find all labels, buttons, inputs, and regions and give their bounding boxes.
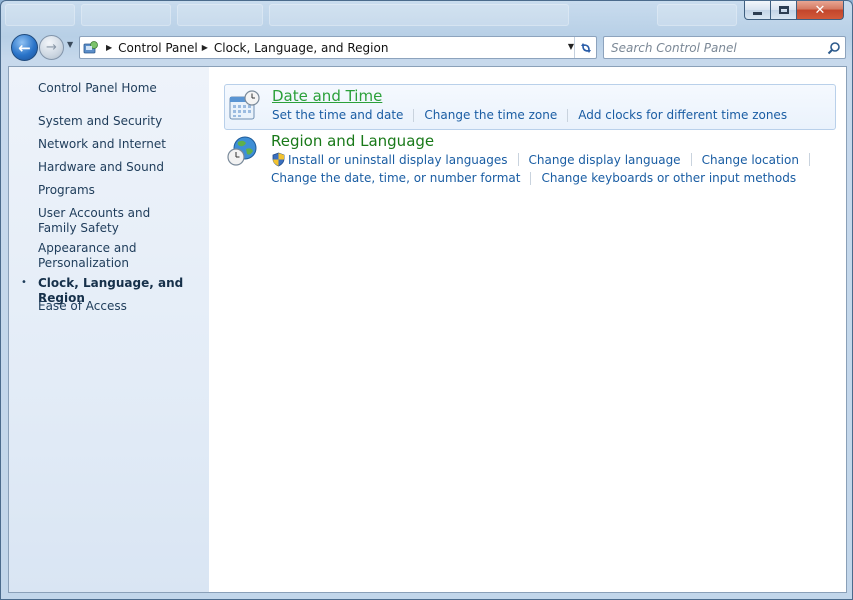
ghost-tab	[5, 4, 75, 26]
minimize-icon	[753, 12, 762, 15]
ghost-tab	[269, 4, 569, 26]
region-language-links-row1: Install or uninstall display languages C…	[271, 152, 820, 167]
caption-buttons: ✕	[744, 1, 844, 21]
address-bar[interactable]: ▶ Control Panel ▶ Clock, Language, and R…	[79, 36, 597, 59]
refresh-button[interactable]	[574, 37, 596, 58]
ghost-tab	[81, 4, 171, 26]
window-frame: ✕ ← → ▼ ▶ Control Panel ▶ Clock, Languag…	[0, 0, 853, 600]
link-divider	[517, 153, 519, 166]
change-date-number-format-link[interactable]: Change the date, time, or number format	[271, 171, 520, 185]
category-date-and-time: Date and Time Set the time and date Chan…	[224, 84, 836, 130]
link-divider	[808, 153, 810, 166]
back-button[interactable]: ←	[11, 34, 38, 61]
set-time-and-date-link[interactable]: Set the time and date	[272, 108, 403, 122]
breadcrumb-clock-language-region[interactable]: Clock, Language, and Region	[214, 41, 389, 55]
sidebar-item-home[interactable]: Control Panel Home	[38, 81, 203, 96]
recent-pages-button[interactable]: ▼	[67, 40, 73, 49]
control-panel-icon	[80, 37, 102, 58]
change-keyboards-link[interactable]: Change keyboards or other input methods	[541, 171, 796, 185]
link-divider	[413, 108, 415, 122]
refresh-icon	[580, 42, 591, 53]
change-display-language-link[interactable]: Change display language	[529, 153, 681, 167]
change-location-link[interactable]: Change location	[702, 153, 799, 167]
maximize-icon	[778, 6, 789, 14]
calendar-clock-icon	[227, 89, 261, 123]
forward-arrow-icon: →	[46, 40, 57, 55]
sidebar-item-user-accounts[interactable]: User Accounts and Family Safety	[38, 206, 188, 236]
date-and-time-title[interactable]: Date and Time	[272, 87, 382, 105]
sidebar-item-appearance[interactable]: Appearance and Personalization	[38, 241, 148, 271]
background-title-area	[1, 1, 741, 29]
minimize-button[interactable]	[744, 1, 771, 20]
link-divider	[567, 108, 569, 122]
globe-clock-icon	[226, 134, 260, 168]
search-icon[interactable]	[823, 41, 845, 55]
breadcrumb-control-panel[interactable]: Control Panel	[118, 41, 198, 55]
search-input[interactable]: Search Control Panel	[604, 41, 823, 55]
sidebar-item-ease-of-access[interactable]: Ease of Access	[38, 299, 203, 314]
current-item-bullet: •	[21, 277, 27, 288]
sidebar: Control Panel Home System and Security N…	[9, 67, 209, 592]
sidebar-item-programs[interactable]: Programs	[38, 183, 203, 198]
region-and-language-title[interactable]: Region and Language	[271, 132, 434, 150]
back-arrow-icon: ←	[18, 38, 31, 57]
category-region-and-language: Region and Language Install or uninstall…	[224, 130, 836, 190]
breadcrumb-separator-icon: ▶	[106, 43, 113, 52]
uac-shield-icon	[271, 152, 286, 167]
region-language-links-row2: Change the date, time, or number format …	[271, 171, 796, 185]
search-box[interactable]: Search Control Panel	[603, 36, 846, 59]
close-icon: ✕	[814, 2, 826, 18]
sidebar-item-system-security[interactable]: System and Security	[38, 114, 203, 129]
change-time-zone-link[interactable]: Change the time zone	[424, 108, 557, 122]
close-button[interactable]: ✕	[797, 1, 844, 20]
maximize-button[interactable]	[771, 1, 797, 20]
content-area: Control Panel Home System and Security N…	[8, 66, 847, 593]
link-divider	[690, 153, 692, 166]
link-divider	[530, 171, 532, 185]
sidebar-item-network-internet[interactable]: Network and Internet	[38, 137, 203, 152]
add-clocks-link[interactable]: Add clocks for different time zones	[578, 108, 787, 122]
navigation-bar: ← → ▼ ▶ Control Panel ▶ Clock, Language,…	[9, 32, 846, 62]
date-and-time-links: Set the time and date Change the time zo…	[272, 108, 787, 122]
ghost-tab	[177, 4, 263, 26]
forward-button[interactable]: →	[39, 35, 64, 60]
breadcrumb-separator-icon[interactable]: ▶	[202, 43, 208, 52]
main-panel: Date and Time Set the time and date Chan…	[209, 67, 846, 592]
install-display-languages-link[interactable]: Install or uninstall display languages	[288, 153, 508, 167]
ghost-tab	[657, 4, 737, 26]
sidebar-item-hardware-sound[interactable]: Hardware and Sound	[38, 160, 203, 175]
